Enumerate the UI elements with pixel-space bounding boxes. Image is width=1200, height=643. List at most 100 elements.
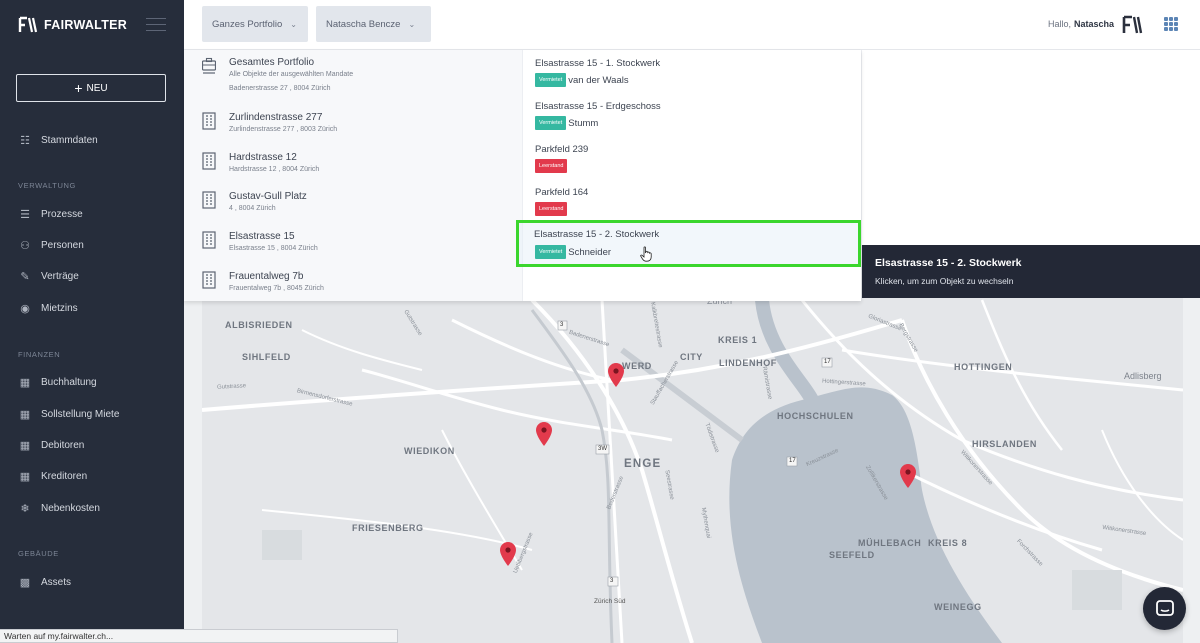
property-name: Zurlindenstrasse 277 (229, 112, 323, 123)
property-address: Hardstrasse 12 , 8004 Zürich (229, 166, 320, 173)
property-item-hardstrasse-12[interactable]: Hardstrasse 12 Hardstrasse 12 , 8004 Zür… (184, 145, 523, 185)
flame-icon: ❄ (20, 503, 30, 515)
map-pin[interactable] (608, 363, 624, 387)
route-label: 3 (560, 322, 564, 328)
unit-item-highlighted[interactable]: Elsastrasse 15 - 2. Stockwerk Vermietet … (516, 220, 861, 267)
unit-name: Elsastrasse 15 - Erdgeschoss (535, 101, 661, 112)
portfolio-filter-select[interactable]: Ganzes Portfolio ⌄ (202, 6, 308, 42)
switch-object-tooltip: Elsastrasse 15 - 2. Stockwerk Klicken, u… (862, 245, 1200, 298)
sidebar-item-kreditoren[interactable]: ▦ Kreditoren (18, 470, 87, 483)
district-label: FRIESENBERG (352, 523, 424, 533)
portfolio-filter-value: Ganzes Portfolio (212, 18, 283, 30)
district-label: WERD (622, 361, 652, 371)
brand-name: FAIRWALTER (44, 18, 128, 32)
property-name: Elsastrasse 15 (229, 231, 295, 242)
sidebar-item-sollstellung-miete[interactable]: ▦ Sollstellung Miete (18, 408, 120, 421)
district-label: KREIS 1 (718, 335, 758, 345)
owner-filter-select[interactable]: Natascha Bencze ⌄ (316, 6, 431, 42)
sidebar-item-debitoren[interactable]: ▦ Debitoren (18, 439, 85, 452)
property-item-frauentalweg-7b[interactable]: Frauentalweg 7b Frauentalweg 7b , 8045 Z… (184, 264, 523, 304)
menu-toggle-icon[interactable] (146, 18, 166, 36)
apps-grid-icon[interactable] (1164, 17, 1178, 31)
chat-icon (1155, 599, 1174, 616)
unit-item[interactable]: Elsastrasse 15 - 1. Stockwerk Vermietet … (535, 58, 855, 87)
district-label: CITY (680, 352, 703, 362)
sidebar: FAIRWALTER + NEU ☷ Stammdaten VERWALTUNG… (0, 0, 184, 643)
building-icon (202, 271, 216, 289)
map-pin[interactable] (900, 464, 916, 488)
property-item-gustav-gull-platz[interactable]: Gustav-Gull Platz 4 , 8004 Zürich (184, 184, 523, 224)
property-list: Gesamtes Portfolio Alle Objekte der ausg… (184, 50, 523, 301)
chevron-down-icon: ⌄ (408, 19, 416, 29)
database-icon: ☷ (20, 135, 30, 147)
account-logo-icon[interactable] (1122, 14, 1144, 36)
greeting-text: Hallo, (1047, 19, 1071, 29)
route-label: 17 (824, 359, 831, 365)
sidebar-item-label: Prozesse (41, 209, 83, 220)
sidebar-item-personen[interactable]: ⚇ Personen (18, 239, 84, 252)
property-item-gesamtes-portfolio[interactable]: Gesamtes Portfolio Alle Objekte der ausg… (184, 50, 523, 100)
sidebar-item-mietzins[interactable]: ◉ Mietzins (18, 302, 78, 315)
section-title-verwaltung: VERWALTUNG (18, 181, 76, 190)
route-label: 17 (789, 458, 796, 464)
sidebar-item-buchhaltung[interactable]: ▦ Buchhaltung (18, 376, 97, 389)
property-address: 4 , 8004 Zürich (229, 205, 276, 212)
status-badge: Leerstand (535, 159, 568, 173)
sidebar-item-vertraege[interactable]: ✎ Verträge (18, 270, 79, 283)
property-address: Badenerstrasse 27 , 8004 Zürich (229, 85, 331, 92)
new-button[interactable]: + NEU (16, 74, 166, 102)
ledger-icon: ▦ (19, 409, 31, 421)
tenant-name: Stumm (568, 117, 599, 129)
hand-cursor-icon (640, 246, 652, 262)
place-label: Adlisberg (1124, 371, 1162, 381)
chevron-down-icon: ⌄ (290, 19, 297, 29)
status-badge: Leerstand (535, 202, 568, 216)
district-label: LINDENHOF (719, 358, 777, 368)
fairwalter-logo-icon (18, 16, 38, 33)
property-item-zurlindenstrasse-277[interactable]: Zurlindenstrasse 277 Zurlindenstrasse 27… (184, 105, 523, 145)
sidebar-item-prozesse[interactable]: ☰ Prozesse (18, 208, 83, 221)
sidebar-item-label: Verträge (41, 271, 79, 282)
status-badge: Vermietet (535, 245, 567, 259)
map-pin[interactable] (536, 422, 552, 446)
people-icon: ⚇ (20, 240, 30, 252)
sidebar-item-assets[interactable]: ▩ Assets (18, 576, 71, 589)
plus-icon: + (74, 80, 83, 96)
district-label: HOCHSCHULEN (777, 411, 854, 421)
sidebar-item-nebenkosten[interactable]: ❄ Nebenkosten (18, 502, 100, 515)
tenant-name: van der Waals (568, 74, 629, 86)
property-name: Gustav-Gull Platz (229, 191, 307, 202)
district-label: SEEFELD (829, 550, 875, 560)
property-address: Elsastrasse 15 , 8004 Zürich (229, 245, 318, 252)
tooltip-subtitle: Klicken, um zum Objekt zu wechseln (875, 276, 1014, 286)
district-label: HOTTINGEN (954, 362, 1013, 372)
brand-logo[interactable]: FAIRWALTER (18, 16, 127, 34)
chat-support-button[interactable] (1143, 587, 1186, 630)
sidebar-item-label: Debitoren (41, 440, 85, 451)
unit-name: Parkfeld 239 (535, 144, 589, 155)
property-name: Hardstrasse 12 (229, 152, 297, 163)
district-label: MÜHLEBACH (858, 538, 922, 548)
map-pin[interactable] (500, 542, 516, 566)
unit-item[interactable]: Parkfeld 239 Leerstand (535, 144, 855, 173)
ledger-icon: ▦ (19, 471, 31, 483)
unit-name: Parkfeld 164 (535, 187, 589, 198)
district-label: SIHLFELD (242, 352, 291, 362)
unit-item[interactable]: Elsastrasse 15 - Erdgeschoss Vermietet S… (535, 101, 855, 130)
sidebar-item-label: Stammdaten (41, 135, 98, 146)
sidebar-item-label: Sollstellung Miete (41, 409, 120, 420)
dropdown-side-panel (861, 50, 1200, 245)
status-badge: Vermietet (535, 116, 567, 130)
section-title-finanzen: FINANZEN (18, 350, 61, 359)
unit-item[interactable]: Parkfeld 164 Leerstand (535, 187, 855, 216)
assets-icon: ▩ (19, 577, 31, 589)
route-label: Zürich Süd (594, 598, 626, 605)
sidebar-item-stammdaten[interactable]: ☷ Stammdaten (18, 134, 98, 147)
section-title-gebaeude: GEBÄUDE (18, 549, 59, 558)
list-icon: ☰ (20, 209, 30, 221)
contract-icon: ✎ (20, 271, 30, 283)
tooltip-title: Elsastrasse 15 - 2. Stockwerk (875, 257, 1022, 269)
coins-icon: ◉ (20, 303, 30, 315)
building-icon (202, 231, 216, 249)
property-item-elsastrasse-15[interactable]: Elsastrasse 15 Elsastrasse 15 , 8004 Zür… (184, 224, 523, 264)
